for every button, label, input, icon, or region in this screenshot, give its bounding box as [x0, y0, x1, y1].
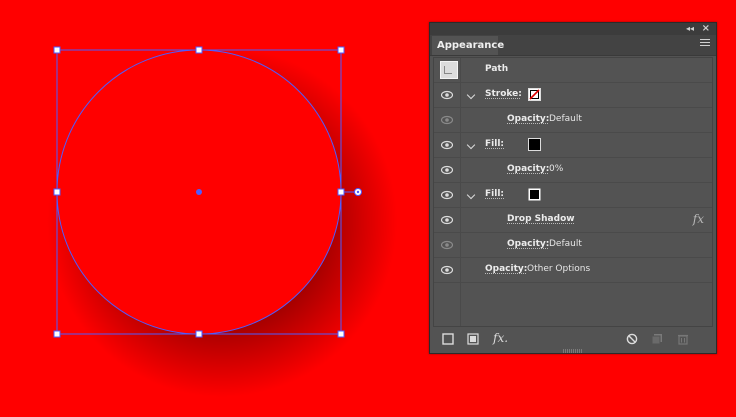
visibility-eye-icon[interactable] [441, 265, 453, 275]
row-label[interactable]: Stroke: [485, 89, 522, 99]
list-item-fill-opacity[interactable]: Opacity: 0% [434, 158, 712, 183]
handle-top-right[interactable] [337, 46, 345, 54]
fill-swatch-black-icon[interactable] [528, 138, 541, 151]
list-item-stroke-opacity[interactable]: Opacity: Default [434, 108, 712, 133]
row-label[interactable]: Drop Shadow [507, 214, 575, 224]
fx-icon[interactable]: fx [693, 212, 704, 226]
row-value: Default [549, 114, 582, 124]
eye-column [434, 58, 461, 82]
pie-widget-dot [356, 190, 360, 194]
row-label[interactable]: Fill: [485, 139, 504, 149]
appearance-panel: ◂◂ × Appearance Path Stroke: Opacity: De… [429, 22, 717, 354]
list-item-object-opacity[interactable]: Opacity: Other Options [434, 258, 712, 283]
list-item-stroke[interactable]: Stroke: [434, 83, 712, 108]
panel-bottom-toolbar: fx. [430, 327, 716, 353]
list-item-drop-shadow[interactable]: Drop Shadow fx [434, 208, 712, 233]
panel-title-bar[interactable]: ◂◂ × [430, 23, 716, 35]
artboard-canvas[interactable] [0, 0, 420, 417]
object-thumbnail-icon [440, 61, 458, 79]
collapse-panel-button[interactable]: ◂◂ [686, 23, 694, 35]
row-value: Other Options [527, 264, 591, 274]
eye-column [434, 208, 461, 232]
appearance-list: Path Stroke: Opacity: Default Fill: Opac… [433, 57, 713, 327]
fill-swatch-black-icon[interactable] [528, 188, 541, 201]
chevron-down-icon[interactable] [466, 190, 476, 200]
row-label[interactable]: Opacity: [485, 264, 527, 274]
resize-grip[interactable] [563, 349, 583, 353]
handle-top[interactable] [195, 46, 203, 54]
visibility-eye-icon[interactable] [441, 90, 453, 100]
list-item-path[interactable]: Path [434, 58, 712, 83]
duplicate-item-icon[interactable] [651, 333, 663, 345]
list-item-fill-opacity-2[interactable]: Opacity: Default [434, 233, 712, 258]
row-label[interactable]: Opacity: [507, 114, 549, 124]
eye-column [434, 133, 461, 157]
row-value: Default [549, 239, 582, 249]
eye-column [434, 158, 461, 182]
row-value: 0% [549, 164, 564, 174]
panel-menu-icon[interactable] [700, 39, 710, 49]
handle-bottom-right[interactable] [337, 330, 345, 338]
row-label[interactable]: Opacity: [507, 239, 549, 249]
row-label[interactable]: Fill: [485, 189, 504, 199]
close-panel-button[interactable]: × [702, 23, 710, 35]
handle-bottom-left[interactable] [53, 330, 61, 338]
add-stroke-icon[interactable] [442, 333, 454, 345]
tab-appearance[interactable]: Appearance [432, 36, 504, 55]
list-item-fill-2[interactable]: Fill: [434, 183, 712, 208]
list-item-fill-1[interactable]: Fill: [434, 133, 712, 158]
chevron-down-icon[interactable] [466, 140, 476, 150]
eye-column [434, 108, 461, 132]
row-label: Path [485, 64, 509, 74]
handle-top-left[interactable] [53, 46, 61, 54]
clear-appearance-icon[interactable] [626, 333, 638, 345]
handle-left[interactable] [53, 188, 61, 196]
handle-bottom[interactable] [195, 330, 203, 338]
stroke-swatch-none-icon[interactable] [528, 88, 541, 101]
eye-column [434, 233, 461, 257]
eye-column-divider [460, 283, 461, 326]
visibility-eye-icon[interactable] [441, 165, 453, 175]
fx-menu-icon[interactable]: fx. [493, 331, 508, 345]
visibility-eye-icon[interactable] [441, 115, 453, 125]
visibility-eye-icon[interactable] [441, 190, 453, 200]
add-fill-icon[interactable] [467, 333, 479, 345]
eye-column [434, 83, 461, 107]
visibility-eye-icon[interactable] [441, 140, 453, 150]
eye-column [434, 258, 461, 282]
delete-item-icon[interactable] [677, 333, 689, 345]
visibility-eye-icon[interactable] [441, 215, 453, 225]
handle-right[interactable] [337, 188, 345, 196]
row-label[interactable]: Opacity: [507, 164, 549, 174]
center-point [196, 189, 202, 195]
panel-tab-bar: Appearance [430, 35, 716, 56]
visibility-eye-icon[interactable] [441, 240, 453, 250]
chevron-down-icon[interactable] [466, 90, 476, 100]
eye-column [434, 183, 461, 207]
